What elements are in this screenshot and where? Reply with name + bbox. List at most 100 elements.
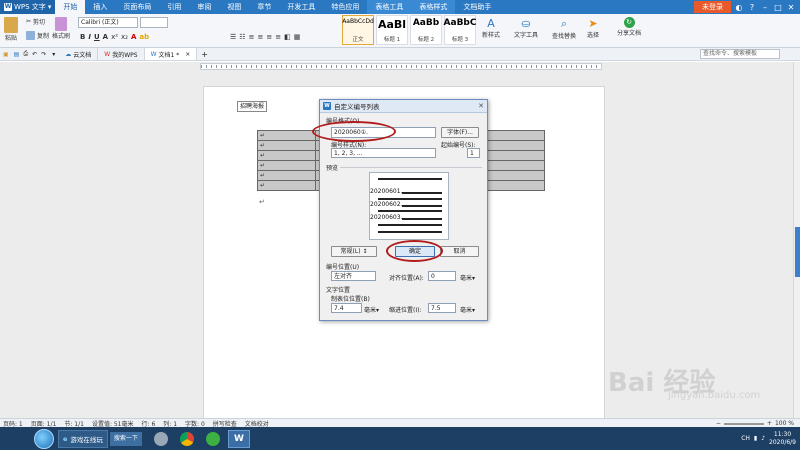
table-cell[interactable]: ↵ <box>257 150 316 161</box>
save-icon[interactable]: ▤ <box>12 51 22 58</box>
tab-developer[interactable]: 开发工具 <box>279 0 323 14</box>
skin-icon[interactable]: ◐ <box>734 2 744 12</box>
align-unit-select[interactable]: 毫米▾ <box>460 273 475 282</box>
new-style-button[interactable]: A 新样式 <box>482 17 500 39</box>
tab-table-style[interactable]: 表格样式 <box>411 0 456 14</box>
table-cell[interactable] <box>485 180 545 191</box>
tab-features[interactable]: 特色应用 <box>323 0 367 14</box>
maximize-icon[interactable]: □ <box>773 2 783 12</box>
print-icon[interactable]: ⎙ <box>21 50 30 58</box>
normal-toggle-button[interactable]: 常规(L) ↕ <box>331 246 377 257</box>
italic-button[interactable]: I <box>88 33 91 41</box>
doctab-cloud[interactable]: ☁ 云文档 <box>59 48 99 60</box>
font-size-select[interactable] <box>140 17 168 28</box>
numbering-icon[interactable]: ☷ <box>239 33 245 41</box>
tab-position-input[interactable]: 7.4 <box>331 303 362 313</box>
indent-input[interactable]: 7.5 <box>428 303 456 313</box>
table-cell[interactable]: ↵ <box>257 180 316 191</box>
text-tools-button[interactable]: ⛀ 文字工具 <box>514 17 538 39</box>
table-cell[interactable]: ↵ <box>257 130 316 141</box>
format-painter-button[interactable]: 格式刷 <box>52 17 70 40</box>
table-cell[interactable] <box>485 160 545 171</box>
cancel-button[interactable]: 取消 <box>440 246 479 257</box>
open-folder-icon[interactable]: ▣ <box>0 51 12 58</box>
network-icon[interactable]: ▮ <box>754 435 757 442</box>
chevron-down-icon[interactable]: ▾ <box>48 51 59 58</box>
help-icon[interactable]: ? <box>747 2 757 12</box>
new-tab-icon[interactable]: + <box>197 50 212 59</box>
share-button[interactable]: ↻ 分享文档 <box>617 17 641 37</box>
underline-button[interactable]: U <box>94 33 100 41</box>
cut-button[interactable]: ✂ 剪切 <box>26 17 45 26</box>
tab-insert[interactable]: 插入 <box>85 0 115 14</box>
scroll-thumb[interactable] <box>795 227 800 277</box>
font-color-button[interactable]: A <box>131 33 136 41</box>
bullets-icon[interactable]: ☰ <box>230 33 236 41</box>
border-icon[interactable]: ▦ <box>294 33 301 41</box>
login-button[interactable]: 未登录 <box>694 1 731 13</box>
zoom-in-icon[interactable]: + <box>767 420 772 427</box>
lang-indicator[interactable]: CH <box>741 435 750 442</box>
style-normal[interactable]: AaBbCcDd 正文 <box>342 15 374 45</box>
close-icon[interactable]: ✕ <box>786 2 796 12</box>
style-heading-2[interactable]: AaBb 标题 2 <box>410 15 442 45</box>
dialog-close-icon[interactable]: ✕ <box>475 101 487 111</box>
start-button[interactable] <box>34 428 54 449</box>
volume-icon[interactable]: ♪ <box>761 435 765 442</box>
align-left-icon[interactable]: ≡ <box>249 33 255 41</box>
command-search-input[interactable]: 查找命令、搜索模板 <box>700 49 780 59</box>
start-at-input[interactable]: 1 <box>467 148 480 158</box>
table-cell[interactable] <box>485 170 545 181</box>
zoom-slider[interactable] <box>723 422 764 425</box>
find-replace-button[interactable]: ⌕ 查找替换 <box>552 17 576 40</box>
select-button[interactable]: ➤ 选择 <box>587 17 599 39</box>
tab-doc-assistant[interactable]: 文档助手 <box>455 0 499 14</box>
pinned-tools[interactable] <box>150 430 172 448</box>
app-menu-button[interactable]: W WPS 文字 ▾ <box>0 0 56 14</box>
tab-table-tools[interactable]: 表格工具 <box>367 0 412 14</box>
doctab-my-wps[interactable]: W 我的WPS <box>98 48 145 60</box>
tab-references[interactable]: 引用 <box>159 0 189 14</box>
align-right-icon[interactable]: ≡ <box>266 33 272 41</box>
style-heading-1[interactable]: AaBl 标题 1 <box>376 15 408 45</box>
tab-review[interactable]: 审阅 <box>189 0 219 14</box>
doctab-document1[interactable]: W 文档1 * × <box>144 48 198 60</box>
paste-button[interactable]: 粘贴 <box>4 17 18 42</box>
clock[interactable]: 11:30 2020/6/9 <box>769 431 796 447</box>
align-at-input[interactable]: 0 <box>428 271 456 281</box>
table-cell[interactable]: ↵ <box>257 160 316 171</box>
subscript-button[interactable]: x₂ <box>121 33 128 41</box>
indent-unit-select[interactable]: 毫米▾ <box>460 305 475 314</box>
shading-icon[interactable]: ◧ <box>284 33 291 41</box>
pinned-360[interactable] <box>202 430 224 448</box>
tab-page-layout[interactable]: 页面布局 <box>115 0 159 14</box>
tab-unit-select[interactable]: 毫米▾ <box>364 305 379 314</box>
copy-button[interactable]: 复制 <box>26 31 49 40</box>
tab-view[interactable]: 视图 <box>219 0 249 14</box>
style-heading-3[interactable]: AaBbC 标题 3 <box>444 15 476 45</box>
close-tab-icon[interactable]: × <box>185 51 190 58</box>
minimize-icon[interactable]: – <box>760 2 770 12</box>
tab-home[interactable]: 开始 <box>55 0 86 14</box>
taskbar-search-button[interactable]: 搜索一下 <box>109 431 142 446</box>
font-button[interactable]: 字体(F)... <box>441 127 479 138</box>
pinned-chrome[interactable] <box>176 430 198 448</box>
vertical-scrollbar[interactable] <box>793 62 800 418</box>
horizontal-ruler[interactable] <box>200 63 602 70</box>
number-style-select[interactable]: 1, 2, 3, ... <box>331 148 436 158</box>
pinned-wps[interactable]: W <box>227 429 250 448</box>
font-name-select[interactable]: Calibri (正文) <box>78 17 138 28</box>
table-cell[interactable]: ↵ <box>257 140 316 151</box>
superscript-button[interactable]: x² <box>111 33 118 41</box>
alignment-select[interactable]: 左对齐 <box>331 271 376 281</box>
strikethrough-button[interactable]: A <box>103 33 108 41</box>
undo-icon[interactable]: ↶ <box>30 51 39 58</box>
table-cell[interactable] <box>485 130 545 141</box>
redo-icon[interactable]: ↷ <box>39 51 48 58</box>
table-cell[interactable]: ↵ <box>257 170 316 181</box>
bold-button[interactable]: B <box>80 33 85 41</box>
taskbar-browser-app[interactable]: e 游戏在线玩 <box>58 429 108 448</box>
table-cell[interactable] <box>485 150 545 161</box>
highlight-button[interactable]: ab <box>139 33 149 41</box>
justify-icon[interactable]: ≡ <box>275 33 281 41</box>
